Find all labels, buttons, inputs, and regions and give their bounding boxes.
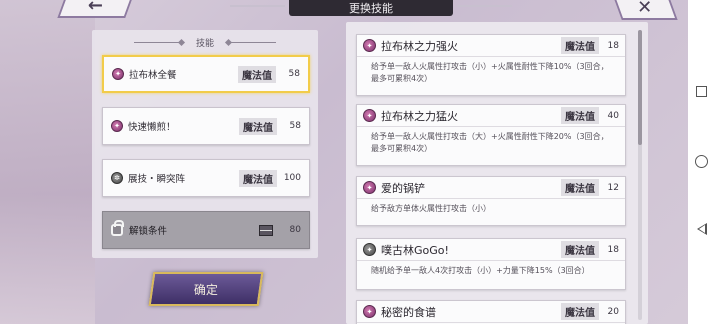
mana-value: 40 [607, 110, 619, 121]
skill-list-item[interactable]: ✦ 拉布林之力猛火 魔法值 40 给予单一敌人火属性打攻击（大）+火属性耐性下降… [356, 104, 626, 166]
mana-label: 魔法值 [238, 65, 276, 83]
mana-label: 魔法值 [239, 117, 277, 135]
mana-label: 魔法值 [561, 107, 599, 124]
back-button[interactable]: ← [57, 0, 135, 18]
home-icon[interactable] [695, 155, 708, 168]
mana-label: 魔法值 [561, 241, 599, 258]
skill-description: 给予单一敌人火属性打攻击（大）+火属性耐性下降20%（3回合，最多可累积4次） [371, 132, 609, 153]
locked-skill-slot[interactable]: 解锁条件 80 [102, 211, 310, 249]
confirm-label: 确定 [193, 282, 218, 297]
mana-value: 18 [607, 244, 619, 255]
panel-header: 技能 [92, 35, 318, 49]
magic-orb-icon: ✦ [363, 305, 376, 318]
mana-label: 魔法值 [239, 169, 277, 187]
mana-label: 魔法值 [561, 303, 599, 320]
skill-name: 快速懒煎！ [128, 122, 176, 133]
system-back-icon[interactable] [697, 223, 707, 235]
confirm-button[interactable]: 确定 [148, 272, 264, 306]
skill-list-item[interactable]: ✦ 秘密的食谱 魔法值 20 [356, 300, 626, 324]
mana-label: 魔法值 [561, 179, 599, 196]
skill-description: 给予敌方单体火属性打攻击（小） [371, 204, 491, 213]
chest-icon [259, 224, 273, 236]
magic-orb-icon: ✦ [111, 120, 123, 132]
panel-heading: 技能 [195, 38, 214, 49]
gear-icon: ✲ [111, 172, 123, 184]
equipped-skill-slot-3[interactable]: ✲ 展技・瞬突阵 魔法值 100 [102, 159, 310, 197]
magic-orb-icon: ✦ [363, 109, 376, 122]
mana-label: 魔法值 [561, 37, 599, 54]
skill-list-item-header: ✦ 噗古林GoGo! 魔法值 18 [357, 239, 625, 261]
skill-description: 给予单一敌人火属性打攻击（小）+火属性耐性下降10%（3回合，最多可累积4次） [371, 62, 609, 83]
header-divider-left [133, 41, 184, 43]
skill-list-item[interactable]: ✦ 拉布林之力强火 魔法值 18 给予单一敌人火属性打攻击（小）+火属性耐性下降… [356, 34, 626, 96]
page-title: 更换技能 [289, 0, 453, 16]
skill-name: 拉布林之力强火 [381, 39, 458, 53]
skill-name: 拉布林全餐 [129, 70, 177, 81]
skill-list-item[interactable]: ✦ 噗古林GoGo! 魔法值 18 随机给予单一敌人4次打攻击（小）+力量下降1… [356, 238, 626, 290]
skill-name: 秘密的食谱 [381, 305, 436, 319]
title-decoration-left [230, 5, 285, 7]
recent-apps-icon[interactable] [696, 86, 707, 97]
skill-name: 展技・瞬突阵 [128, 174, 186, 185]
magic-orb-icon: ✦ [363, 243, 376, 256]
skill-name: 拉布林之力猛火 [381, 109, 458, 123]
skill-name: 噗古林GoGo! [381, 243, 449, 257]
skill-list-item-header: ✦ 拉布林之力猛火 魔法值 40 [357, 105, 625, 127]
magic-orb-icon: ✦ [112, 68, 124, 80]
close-icon: ✕ [637, 0, 653, 18]
magic-orb-icon: ✦ [363, 39, 376, 52]
skill-description: 随机给予单一敌人4次打攻击（小）+力量下降15%（3回合） [371, 266, 590, 275]
magic-orb-icon: ✦ [363, 181, 376, 194]
mana-value: 12 [607, 182, 619, 193]
mana-value: 20 [607, 306, 619, 317]
background-art [0, 0, 95, 324]
mana-value: 58 [288, 69, 300, 79]
mana-value: 18 [607, 40, 619, 51]
mana-value: 100 [283, 173, 301, 183]
close-button[interactable]: ✕ [612, 0, 678, 20]
skill-list-item-header: ✦ 爱的锅铲 魔法值 12 [357, 177, 625, 199]
equipped-skill-slot-1[interactable]: ✦ 拉布林全餐 魔法值 58 [102, 55, 310, 93]
scrollbar-thumb[interactable] [638, 30, 642, 145]
unlock-condition-value: 80 [289, 225, 301, 235]
skill-list-item[interactable]: ✦ 爱的锅铲 魔法值 12 给予敌方单体火属性打攻击（小） [356, 176, 626, 226]
back-arrow-icon: ← [88, 0, 104, 16]
skill-list-item-header: ✦ 秘密的食谱 魔法值 20 [357, 301, 625, 323]
skill-name: 爱的锅铲 [381, 181, 425, 195]
equipped-skill-slot-2[interactable]: ✦ 快速懒煎！ 魔法值 58 [102, 107, 310, 145]
title-decoration-right [457, 5, 512, 7]
skill-list-item-header: ✦ 拉布林之力强火 魔法值 18 [357, 35, 625, 57]
lock-icon [111, 220, 124, 236]
header-divider-right [226, 41, 276, 43]
unlock-condition-label: 解锁条件 [129, 226, 168, 237]
mana-value: 58 [289, 121, 301, 131]
